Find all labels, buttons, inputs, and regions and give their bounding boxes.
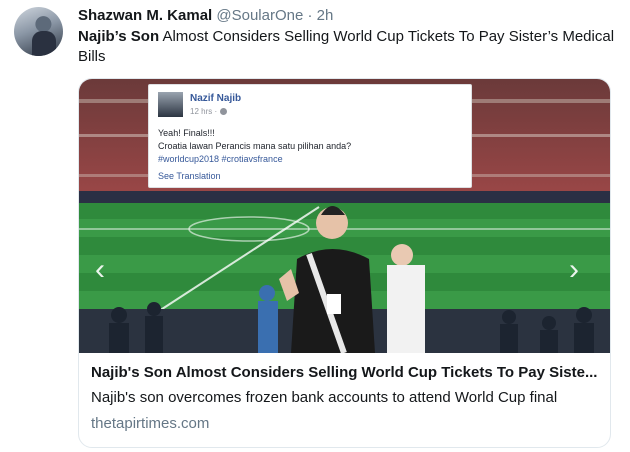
fb-hashtags: #worldcup2018 #crotiavsfrance bbox=[158, 154, 283, 164]
card-title[interactable]: Najib's Son Almost Considers Selling Wor… bbox=[91, 363, 601, 383]
separator: · bbox=[307, 7, 313, 24]
author-name[interactable]: Shazwan M. Kamal bbox=[78, 7, 212, 24]
globe-icon bbox=[220, 108, 228, 116]
fb-body: Yeah! Finals!!! Croatia lawan Perancis m… bbox=[158, 127, 351, 166]
fb-time-text: 12 hrs · bbox=[190, 107, 218, 116]
fb-name: Nazif Najib bbox=[190, 93, 242, 104]
chevron-right-icon: › bbox=[569, 253, 579, 286]
tweet-time[interactable]: 2h bbox=[317, 7, 334, 24]
link-card[interactable]: Nazif Najib 12 hrs · Yeah! Finals!!! Cro… bbox=[78, 78, 611, 448]
fb-line1: Yeah! Finals!!! bbox=[158, 128, 215, 138]
fb-line2: Croatia lawan Perancis mana satu pilihan… bbox=[158, 141, 352, 151]
card-description: Najib's son overcomes frozen bank accoun… bbox=[91, 389, 558, 406]
fb-time: 12 hrs · bbox=[190, 107, 228, 116]
tweet-text: Najib’s Son Almost Considers Selling Wor… bbox=[78, 27, 618, 67]
card-image[interactable]: Nazif Najib 12 hrs · Yeah! Finals!!! Cro… bbox=[79, 79, 610, 353]
facebook-post-screenshot: Nazif Najib 12 hrs · Yeah! Finals!!! Cro… bbox=[148, 84, 472, 188]
fb-avatar bbox=[158, 92, 183, 117]
tweet-header: Shazwan M. Kamal @SoularOne · 2h bbox=[78, 6, 333, 26]
author-avatar[interactable] bbox=[14, 7, 63, 56]
fb-see-translation: See Translation bbox=[158, 171, 221, 181]
author-handle[interactable]: @SoularOne bbox=[216, 7, 303, 24]
card-domain: thetapirtimes.com bbox=[91, 415, 210, 432]
chevron-left-icon: ‹ bbox=[95, 253, 105, 286]
tweet-text-rest: Almost Considers Selling World Cup Ticke… bbox=[78, 28, 615, 65]
tweet-text-bold: Najib’s Son bbox=[78, 28, 160, 45]
